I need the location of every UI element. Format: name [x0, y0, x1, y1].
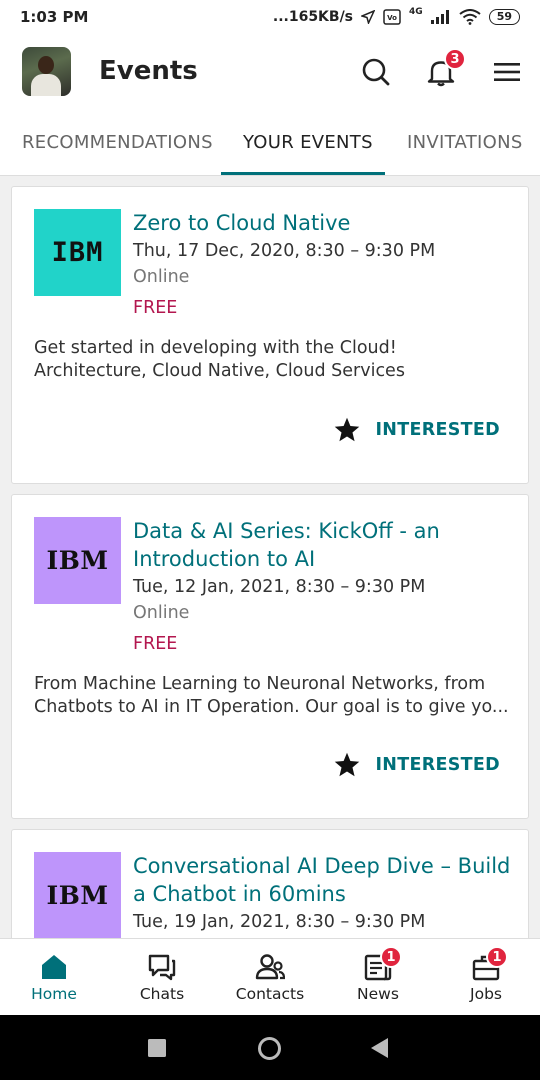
network-speed: ...165KB/s	[272, 9, 354, 25]
notifications-button[interactable]: 3	[421, 48, 466, 92]
wifi-icon	[459, 9, 481, 25]
star-icon	[335, 752, 360, 777]
news-badge: 1	[380, 946, 402, 968]
nav-chats[interactable]: Chats	[108, 939, 216, 1016]
chat-icon	[148, 954, 176, 981]
home-circle-icon[interactable]	[257, 1036, 282, 1061]
interested-label: INTERESTED	[375, 755, 500, 775]
event-description: Get started in developing with the Cloud…	[34, 338, 405, 381]
nav-label: Chats	[139, 985, 185, 1003]
nav-jobs[interactable]: 1 Jobs	[432, 939, 540, 1016]
location-icon	[361, 10, 376, 24]
bottom-navigation: Home Chats Contacts 1 News 1 Jobs	[0, 938, 540, 1015]
event-description: From Machine Learning to Neuronal Networ…	[34, 674, 509, 717]
app-header: Events 3	[0, 34, 540, 112]
event-date: Thu, 17 Dec, 2020, 8:30 – 9:30 PM	[133, 241, 436, 261]
tab-invitations[interactable]: INVITATIONS	[407, 132, 523, 153]
star-icon	[335, 417, 360, 442]
volte-icon: Vo	[383, 9, 401, 25]
status-bar: 1:03 PM ...165KB/s Vo 4G 59	[0, 0, 540, 34]
signal-icon	[430, 10, 449, 24]
status-indicators: ...165KB/s Vo 4G 59	[272, 7, 520, 25]
nav-label: Home	[31, 985, 77, 1003]
event-venue: Online	[133, 603, 190, 623]
hamburger-menu-icon	[494, 63, 520, 81]
avatar[interactable]	[22, 47, 71, 96]
active-tab-indicator	[221, 172, 385, 175]
interested-button[interactable]: INTERESTED	[333, 416, 500, 444]
recents-icon[interactable]	[148, 1039, 166, 1057]
home-icon	[42, 955, 66, 979]
nav-label: Jobs	[470, 985, 502, 1003]
event-title[interactable]: Data & AI Series: KickOff - an Introduct…	[133, 517, 512, 573]
back-icon[interactable]	[371, 1038, 389, 1058]
page-title: Events	[99, 56, 198, 86]
event-title[interactable]: Zero to Cloud Native	[133, 209, 512, 237]
status-time: 1:03 PM	[20, 8, 89, 26]
tab-recommendations[interactable]: RECOMMENDATIONS	[22, 132, 213, 153]
event-title[interactable]: Conversational AI Deep Dive – Build a Ch…	[133, 852, 512, 908]
event-date: Tue, 19 Jan, 2021, 8:30 – 9:30 PM	[133, 912, 426, 932]
tab-your-events[interactable]: YOUR EVENTS	[243, 132, 373, 153]
nav-label: News	[357, 985, 399, 1003]
event-logo: IBM	[34, 517, 121, 604]
notification-badge: 3	[444, 48, 466, 70]
nav-label: Contacts	[235, 985, 305, 1003]
svg-text:Vo: Vo	[387, 14, 397, 22]
battery-indicator: 59	[488, 9, 520, 25]
search-button[interactable]	[356, 52, 396, 92]
event-card[interactable]: IBM Zero to Cloud Native Thu, 17 Dec, 20…	[11, 186, 529, 484]
system-navigation-bar	[0, 1015, 540, 1080]
contacts-icon	[255, 954, 285, 980]
event-logo: IBM	[34, 852, 121, 938]
interested-button[interactable]: INTERESTED	[333, 751, 500, 779]
event-card[interactable]: IBM Conversational AI Deep Dive – Build …	[11, 829, 529, 938]
event-logo: IBM	[34, 209, 121, 296]
search-icon	[362, 58, 390, 86]
event-info: Zero to Cloud Native Thu, 17 Dec, 2020, …	[133, 209, 512, 321]
event-price: FREE	[133, 634, 178, 654]
menu-button[interactable]	[487, 52, 527, 92]
jobs-badge: 1	[486, 946, 508, 968]
event-price: FREE	[133, 298, 178, 318]
tab-bar: RECOMMENDATIONS YOUR EVENTS INVITATIONS	[0, 112, 540, 176]
event-card[interactable]: IBM Data & AI Series: KickOff - an Intro…	[11, 494, 529, 819]
nav-home[interactable]: Home	[0, 939, 108, 1016]
interested-label: INTERESTED	[375, 420, 500, 440]
event-info: Data & AI Series: KickOff - an Introduct…	[133, 517, 512, 657]
nav-contacts[interactable]: Contacts	[216, 939, 324, 1016]
network-type: 4G	[409, 7, 423, 17]
nav-news[interactable]: 1 News	[324, 939, 432, 1016]
event-date: Tue, 12 Jan, 2021, 8:30 – 9:30 PM	[133, 577, 426, 597]
event-info: Conversational AI Deep Dive – Build a Ch…	[133, 852, 512, 935]
events-feed[interactable]: IBM Zero to Cloud Native Thu, 17 Dec, 20…	[0, 176, 540, 938]
event-venue: Online	[133, 267, 190, 287]
